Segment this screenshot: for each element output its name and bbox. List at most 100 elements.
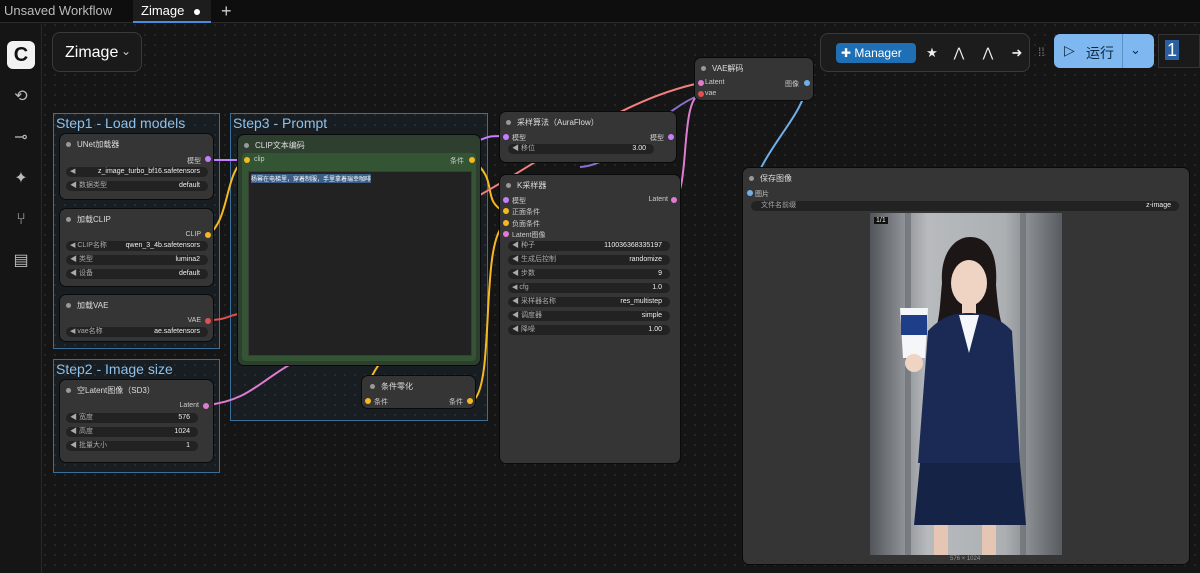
widget-value: ae.safetensors (154, 328, 200, 335)
output-label: 模型 (187, 158, 201, 165)
widget-value: 110036368335197 (604, 242, 662, 249)
clip-type-widget[interactable]: ◀ 类型 lumina2 (66, 255, 208, 265)
widget-value: qwen_3_4b.safetensors (125, 242, 200, 249)
input-port[interactable] (503, 208, 509, 214)
widget-label: 采样器名称 (520, 298, 556, 305)
input-port[interactable] (503, 220, 509, 226)
node-ksampler[interactable]: K采样器 模型 正面条件 负面条件 Latent图像 Latent ◀ 种子 11… (500, 175, 680, 463)
input-label: vae (705, 90, 717, 97)
widget-value: default (178, 182, 200, 189)
image-counter-badge: 1/1 (874, 217, 888, 224)
widget-value: default (178, 270, 200, 277)
unet-name-widget[interactable]: ◀ z_image_turbo_bf16.safetensors (66, 167, 208, 177)
dtype-widget[interactable]: ◀ 数据类型 default (66, 181, 208, 191)
node-title: CLIP文本编码 (244, 140, 305, 151)
widget-label: cfg (519, 284, 529, 291)
height-widget[interactable]: ◀ 高度 1024 (66, 427, 198, 437)
widget-value: 1024 (174, 428, 190, 435)
output-port[interactable] (205, 232, 211, 238)
node-title-text: 采样算法（AuraFlow） (517, 118, 599, 127)
output-port[interactable] (205, 318, 211, 324)
widget-label: 宽度 (78, 414, 93, 421)
input-port[interactable] (503, 197, 509, 203)
node-empty-latent[interactable]: 空Latent图像（SD3） Latent ◀ 宽度 576 ◀ 高度 1024 ◀… (60, 380, 213, 462)
generated-image (870, 213, 1062, 555)
widget-value: 9 (658, 270, 662, 277)
output-label: 图像 (785, 81, 799, 88)
node-vae-decode[interactable]: VAE解码 Latent vae 图像 (695, 58, 813, 100)
node-title-text: CLIP文本编码 (255, 141, 305, 150)
widget-value: 1.0 (652, 284, 662, 291)
node-title: 采样算法（AuraFlow） (506, 117, 599, 128)
input-port[interactable] (503, 134, 509, 140)
output-port[interactable] (671, 197, 677, 203)
node-title: 保存图像 (749, 173, 792, 184)
widget-value: 576 (178, 414, 190, 421)
node-load-vae[interactable]: 加载VAE VAE ◀ vae名称 ae.safetensors (60, 295, 213, 341)
device-widget[interactable]: ◀ 设备 default (66, 269, 208, 279)
widget-value: z_image_turbo_bf16.safetensors (98, 168, 200, 175)
scheduler-widget[interactable]: ◀ 调度器 simple (508, 311, 670, 321)
prompt-textarea[interactable]: 杨幂在电梯里，穿着制服，手里拿着瑞幸咖啡 (248, 171, 472, 356)
widget-value: res_multistep (620, 298, 662, 305)
node-unet-loader[interactable]: UNet加载器 模型 ◀ z_image_turbo_bf16.safetenso… (60, 134, 213, 199)
node-clip-text-encode[interactable]: CLIP文本编码 clip 条件 杨幂在电梯里，穿着制服，手里拿着瑞幸咖啡 (238, 135, 480, 365)
input-label: Latent图像 (512, 232, 546, 239)
node-title-text: 加载CLIP (77, 215, 111, 224)
seed-widget[interactable]: ◀ 种子 110036368335197 (508, 241, 670, 251)
input-port[interactable] (365, 398, 371, 404)
input-label: clip (254, 156, 265, 163)
shift-widget[interactable]: ◀ 移位 3.00 (508, 144, 654, 154)
clip-name-widget[interactable]: ◀ CLIP名称 qwen_3_4b.safetensors (66, 241, 208, 251)
input-label: 模型 (512, 198, 526, 205)
widget-value: 3.00 (632, 145, 646, 152)
node-title-text: K采样器 (517, 181, 547, 190)
node-load-clip[interactable]: 加载CLIP CLIP ◀ CLIP名称 qwen_3_4b.safetensor… (60, 209, 213, 286)
node-title-text: 保存图像 (760, 174, 792, 183)
widget-label: 设备 (78, 270, 93, 277)
widget-value: 1 (186, 442, 190, 449)
widget-label: 高度 (78, 428, 93, 435)
node-title-text: 空Latent图像（SD3） (77, 386, 155, 395)
steps-widget[interactable]: ◀ 步数 9 (508, 269, 670, 279)
input-port[interactable] (503, 231, 509, 237)
output-port[interactable] (467, 398, 473, 404)
node-title-text: 加载VAE (77, 301, 109, 310)
output-label: CLIP (185, 231, 201, 238)
output-label: 条件 (450, 158, 464, 165)
widget-label: 步数 (520, 270, 535, 277)
width-widget[interactable]: ◀ 宽度 576 (66, 413, 198, 423)
input-port[interactable] (244, 157, 250, 163)
widget-label: 数据类型 (78, 182, 107, 189)
node-title: K采样器 (506, 180, 546, 191)
output-port[interactable] (205, 156, 211, 162)
input-port[interactable] (747, 190, 753, 196)
output-port[interactable] (804, 80, 810, 86)
node-title: 加载VAE (66, 300, 108, 311)
filename-prefix-widget[interactable]: 文件名前缀 z-image (751, 201, 1179, 211)
node-title: UNet加载器 (66, 139, 119, 150)
node-conditioning-zero[interactable]: 条件零化 条件 条件 (362, 376, 475, 408)
widget-value: 1.00 (648, 326, 662, 333)
input-port[interactable] (698, 80, 704, 86)
output-image-preview[interactable]: 1/1 (870, 213, 1062, 555)
widget-value: lumina2 (175, 256, 200, 263)
input-label: 条件 (374, 399, 388, 406)
widget-label: 移位 (520, 145, 535, 152)
output-port[interactable] (668, 134, 674, 140)
input-label: 正面条件 (512, 209, 540, 216)
input-label: Latent (705, 79, 725, 86)
output-port[interactable] (203, 403, 209, 409)
control-after-generate-widget[interactable]: ◀ 生成后控制 randomize (508, 255, 670, 265)
node-model-sampling-auraflow[interactable]: 采样算法（AuraFlow） 模型 模型 ◀ 移位 3.00 (500, 112, 676, 162)
sampler-name-widget[interactable]: ◀ 采样器名称 res_multistep (508, 297, 670, 307)
output-port[interactable] (469, 157, 475, 163)
output-label: 条件 (449, 399, 463, 406)
widget-label: 文件名前缀 (761, 202, 796, 209)
input-port[interactable] (698, 91, 704, 97)
vae-name-widget[interactable]: ◀ vae名称 ae.safetensors (66, 327, 208, 337)
cfg-widget[interactable]: ◀ cfg 1.0 (508, 283, 670, 293)
denoise-widget[interactable]: ◀ 降噪 1.00 (508, 325, 670, 335)
batch-size-widget[interactable]: ◀ 批量大小 1 (66, 441, 198, 451)
node-title: 加载CLIP (66, 214, 111, 225)
